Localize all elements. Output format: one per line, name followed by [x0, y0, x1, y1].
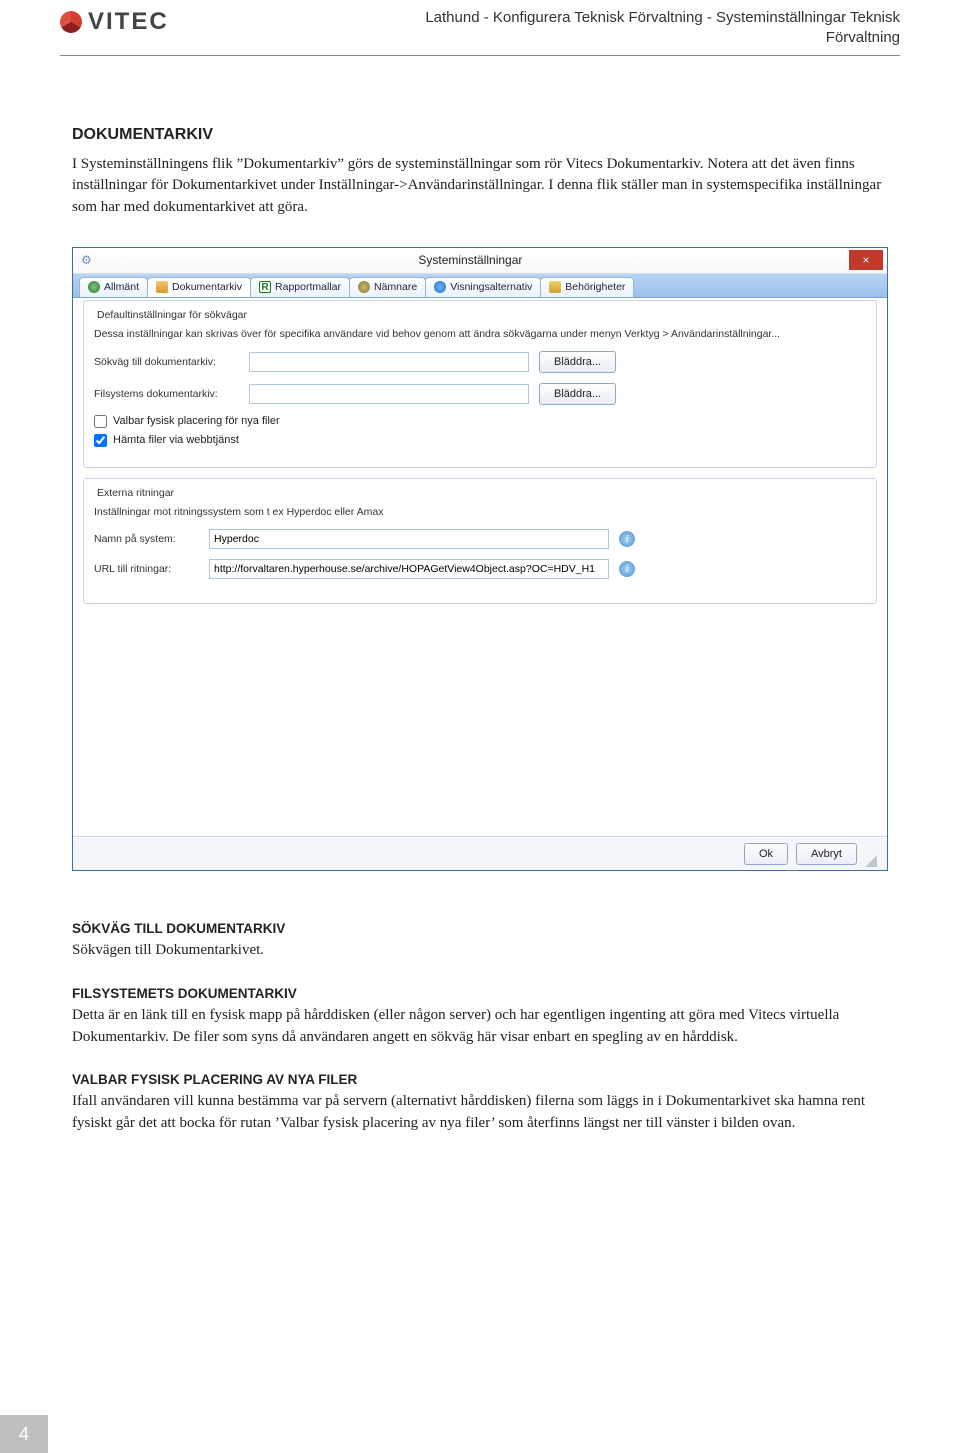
browse-button-1[interactable]: Bläddra... — [539, 351, 616, 373]
checkbox-row-hamta: Hämta filer via webbtjänst — [94, 434, 866, 447]
row-url-ritningar: URL till ritningar: i — [94, 559, 866, 579]
checkbox-valbar-placering[interactable] — [94, 415, 107, 428]
row-sokvag-dokumentarkiv: Sökväg till dokumentarkiv: Bläddra... — [94, 351, 866, 373]
para-filsystemets: Detta är en länk till en fysisk mapp på … — [72, 1005, 888, 1049]
heading-dokumentarkiv: DOKUMENTARKIV — [72, 126, 888, 144]
tab-label: Allmänt — [104, 281, 139, 293]
para-intro: I Systeminställningens flik ”Dokumentark… — [72, 154, 888, 219]
checkbox-label-valbar: Valbar fysisk placering för nya filer — [113, 415, 280, 427]
checkbox-label-hamta: Hämta filer via webbtjänst — [113, 434, 239, 446]
resize-grip-icon[interactable] — [865, 855, 877, 867]
row-namn-system: Namn på system: i — [94, 529, 866, 549]
tab-rapportmallar[interactable]: R Rapportmallar — [250, 277, 350, 297]
dialog-titlebar: ⚙ Systeminställningar × — [73, 248, 887, 274]
tab-namnare[interactable]: Nämnare — [349, 277, 426, 297]
folder-icon — [156, 281, 168, 293]
fieldset-legend: Defaultinställningar för sökvägar — [94, 309, 250, 321]
row-filsystem-dokumentarkiv: Filsystems dokumentarkiv: Bläddra... — [94, 383, 866, 405]
checkbox-hamta-webbtjanst[interactable] — [94, 434, 107, 447]
fieldset-default-sokvagar: Defaultinställningar för sökvägar Dessa … — [83, 300, 877, 468]
heading-sokvag: SÖKVÄG TILL DOKUMENTARKIV — [72, 921, 888, 936]
tab-behorigheter[interactable]: Behörigheter — [540, 277, 634, 297]
lock-icon — [549, 281, 561, 293]
para-valbar: Ifall användaren vill kunna bestämma var… — [72, 1091, 888, 1135]
tab-allmant[interactable]: Allmänt — [79, 277, 148, 297]
browse-button-2[interactable]: Bläddra... — [539, 383, 616, 405]
heading-filsystemets: FILSYSTEMETS DOKUMENTARKIV — [72, 986, 888, 1001]
dialog-title: Systeminställningar — [92, 253, 849, 267]
para-sokvag: Sökvägen till Dokumentarkivet. — [72, 940, 888, 962]
fieldset-desc: Dessa inställningar kan skrivas över för… — [94, 327, 866, 341]
info-icon[interactable]: i — [619, 531, 635, 547]
dialog-systeminstallningar: ⚙ Systeminställningar × Allmänt Dokument… — [72, 247, 888, 871]
tab-label: Visningsalternativ — [450, 281, 532, 293]
ok-button[interactable]: Ok — [744, 843, 788, 865]
tab-label: Nämnare — [374, 281, 417, 293]
heading-valbar: VALBAR FYSISK PLACERING AV NYA FILER — [72, 1072, 888, 1087]
logo-text: VITEC — [88, 8, 169, 36]
tab-label: Behörigheter — [565, 281, 625, 293]
cancel-button[interactable]: Avbryt — [796, 843, 857, 865]
tab-visningsalternativ[interactable]: Visningsalternativ — [425, 277, 541, 297]
page-number: 4 — [0, 1415, 48, 1453]
fieldset-externa-ritningar: Externa ritningar Inställningar mot ritn… — [83, 478, 877, 604]
label-filsystem-dokumentarkiv: Filsystems dokumentarkiv: — [94, 388, 239, 400]
dialog-spacer — [83, 614, 877, 826]
vitec-logo-icon — [60, 11, 82, 33]
people-icon — [358, 281, 370, 293]
input-filsystem-dokumentarkiv[interactable] — [249, 384, 529, 404]
checkbox-row-valbar: Valbar fysisk placering för nya filer — [94, 415, 866, 428]
page-header: VITEC Lathund - Konfigurera Teknisk Förv… — [0, 0, 960, 49]
globe-icon — [88, 281, 100, 293]
logo: VITEC — [60, 8, 169, 36]
tab-dokumentarkiv[interactable]: Dokumentarkiv — [147, 277, 251, 297]
tabstrip: Allmänt Dokumentarkiv R Rapportmallar Näm… — [73, 274, 887, 298]
tab-label: Dokumentarkiv — [172, 281, 242, 293]
label-namn-system: Namn på system: — [94, 533, 199, 545]
gear-icon: ⚙ — [81, 253, 92, 267]
fieldset-legend: Externa ritningar — [94, 487, 177, 499]
close-button[interactable]: × — [849, 250, 883, 270]
label-url-ritningar: URL till ritningar: — [94, 563, 199, 575]
r-icon: R — [259, 281, 271, 293]
input-namn-system[interactable] — [209, 529, 609, 549]
tab-label: Rapportmallar — [275, 281, 341, 293]
dialog-footer: Ok Avbryt — [73, 836, 887, 870]
label-sokvag-dokumentarkiv: Sökväg till dokumentarkiv: — [94, 356, 239, 368]
info-icon[interactable]: i — [619, 561, 635, 577]
input-sokvag-dokumentarkiv[interactable] — [249, 352, 529, 372]
header-title-line1: Lathund - Konfigurera Teknisk Förvaltnin… — [425, 9, 900, 26]
info-icon — [434, 281, 446, 293]
header-title-line2: Förvaltning — [826, 29, 900, 46]
fieldset-desc: Inställningar mot ritningssystem som t e… — [94, 505, 866, 519]
header-title: Lathund - Konfigurera Teknisk Förvaltnin… — [169, 8, 900, 49]
input-url-ritningar[interactable] — [209, 559, 609, 579]
